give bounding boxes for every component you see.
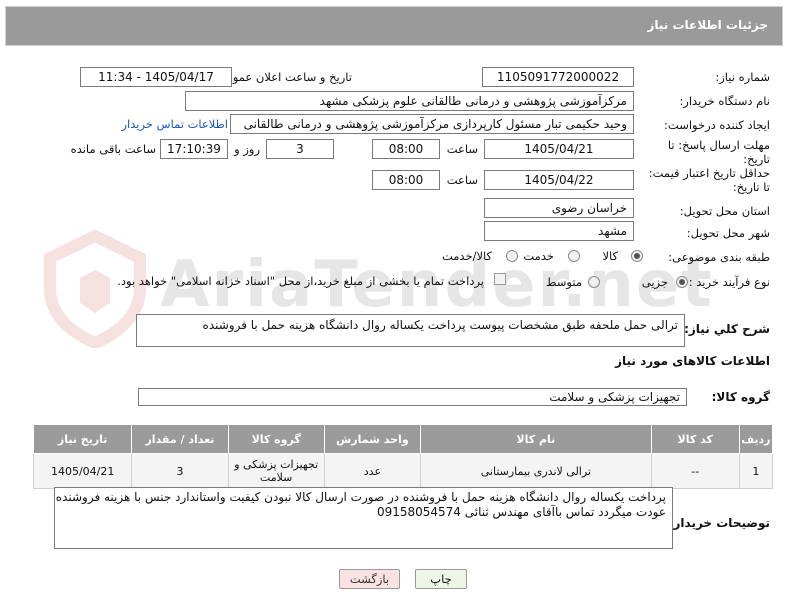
deadline-label-line2: تاریخ: bbox=[743, 152, 770, 166]
col-group: گروه کالا bbox=[227, 424, 325, 454]
back-button[interactable]: بازگشت bbox=[339, 569, 400, 589]
treasury-payment-checkbox[interactable] bbox=[494, 273, 506, 285]
description-field: ترالی حمل ملحفه طبق مشخصات پیوست پرداخت … bbox=[136, 314, 685, 347]
city-field: مشهد bbox=[484, 221, 634, 241]
process-radio-minor[interactable] bbox=[676, 276, 688, 288]
category-radio-goods[interactable] bbox=[631, 250, 643, 262]
goods-section-title: اطلاعات کالاهای مورد نیاز bbox=[615, 354, 770, 368]
col-qty: تعداد / مقدار bbox=[131, 424, 229, 454]
remaining-time-label: ساعت باقی مانده bbox=[70, 142, 156, 156]
category-radio-goods-service[interactable] bbox=[506, 250, 518, 262]
category-radio-service[interactable] bbox=[568, 250, 580, 262]
cell-qty: 3 bbox=[131, 453, 229, 489]
deadline-time-label: ساعت bbox=[446, 142, 478, 156]
cell-group-line2: سلامت bbox=[259, 471, 293, 484]
validity-label-line1: حداقل تاریخ اعتبار قیمت: bbox=[648, 166, 770, 180]
cell-name: ترالی لاندری بیمارستانی bbox=[420, 453, 652, 489]
process-option-minor: جزیی bbox=[641, 275, 668, 289]
goods-table: ردیف کد کالا نام کالا واحد شمارش گروه کا… bbox=[32, 424, 774, 489]
deadline-date-field: 1405/04/21 bbox=[484, 139, 634, 159]
cell-row: 1 bbox=[738, 453, 774, 489]
announce-date-label: تاریخ و ساعت اعلان عمومی: bbox=[213, 70, 352, 84]
announce-date-field: 1405/04/17 - 11:34 bbox=[80, 67, 232, 87]
city-label: شهر محل تحویل: bbox=[686, 226, 770, 240]
cell-unit: عدد bbox=[323, 453, 422, 489]
cell-group-line1: تجهیزات پزشکی و bbox=[234, 458, 319, 471]
goods-table-header: ردیف کد کالا نام کالا واحد شمارش گروه کا… bbox=[32, 424, 774, 454]
province-label: استان محل تحویل: bbox=[679, 204, 770, 218]
days-label: روز و bbox=[234, 142, 260, 156]
contact-buyer-link[interactable]: اطلاعات تماس خریدار bbox=[118, 117, 228, 131]
cell-group: تجهیزات پزشکی و سلامت bbox=[227, 453, 325, 489]
process-option-medium: متوسط bbox=[545, 275, 582, 289]
deadline-label-line1: مهلت ارسال پاسخ: تا bbox=[667, 138, 770, 152]
buyer-org-field: مرکزآموزشی پژوهشی و درمانی طالقانی علوم … bbox=[185, 91, 634, 111]
validity-time-label: ساعت bbox=[446, 173, 478, 187]
process-radio-medium[interactable] bbox=[588, 276, 600, 288]
buyer-notes-field: پرداخت یکساله روال دانشگاه هزینه حمل با … bbox=[54, 487, 673, 549]
need-number-field: 1105091772000022 bbox=[482, 67, 634, 87]
goods-group-label: گروه کالا: bbox=[711, 390, 770, 404]
validity-label-line2: تا تاریخ: bbox=[732, 180, 770, 194]
cell-code: -- bbox=[650, 453, 740, 489]
print-button[interactable]: چاپ bbox=[415, 569, 467, 589]
remaining-days-field: 3 bbox=[266, 139, 334, 159]
col-name: نام کالا bbox=[420, 424, 652, 454]
goods-group-field: تجهیزات پزشکی و سلامت bbox=[138, 388, 687, 406]
category-label: طبقه بندی موضوعی: bbox=[668, 250, 770, 264]
category-option-goods: کالا bbox=[602, 249, 618, 263]
buyer-notes-label: توضیحات خریدار: bbox=[668, 516, 770, 530]
remaining-time-field: 17:10:39 bbox=[160, 139, 228, 159]
province-field: خراسان رضوی bbox=[484, 198, 634, 218]
validity-time-field: 08:00 bbox=[372, 170, 440, 190]
creator-label: ایجاد کننده درخواست: bbox=[664, 118, 770, 132]
buyer-org-label: نام دستگاه خریدار: bbox=[679, 94, 770, 108]
need-number-label: شماره نیاز: bbox=[715, 70, 770, 84]
col-row: ردیف bbox=[738, 424, 774, 454]
page-title: جزئیات اطلاعات نیاز bbox=[647, 18, 768, 32]
treasury-payment-note: پرداخت تمام یا بخشی از مبلغ خرید،از محل … bbox=[117, 274, 484, 288]
cell-date: 1405/04/21 bbox=[32, 453, 133, 489]
deadline-time-field: 08:00 bbox=[372, 139, 440, 159]
table-row: 1 -- ترالی لاندری بیمارستانی عدد تجهیزات… bbox=[32, 453, 774, 489]
col-unit: واحد شمارش bbox=[323, 424, 422, 454]
validity-date-field: 1405/04/22 bbox=[484, 170, 634, 190]
header-bar: جزئیات اطلاعات نیاز bbox=[5, 6, 783, 46]
category-option-goods-service: کالا/خدمت bbox=[441, 249, 492, 263]
process-type-label: نوع فرآیند خرید : bbox=[688, 275, 770, 289]
category-option-service: خدمت bbox=[523, 249, 554, 263]
col-code: کد کالا bbox=[650, 424, 740, 454]
col-date: تاریخ نیاز bbox=[32, 424, 133, 454]
watermark-logo-icon bbox=[44, 229, 146, 348]
description-label: شرح کلي نياز: bbox=[684, 322, 770, 336]
creator-field: وحید حکیمی تبار مسئول کارپردازی مرکزآموز… bbox=[230, 114, 634, 134]
